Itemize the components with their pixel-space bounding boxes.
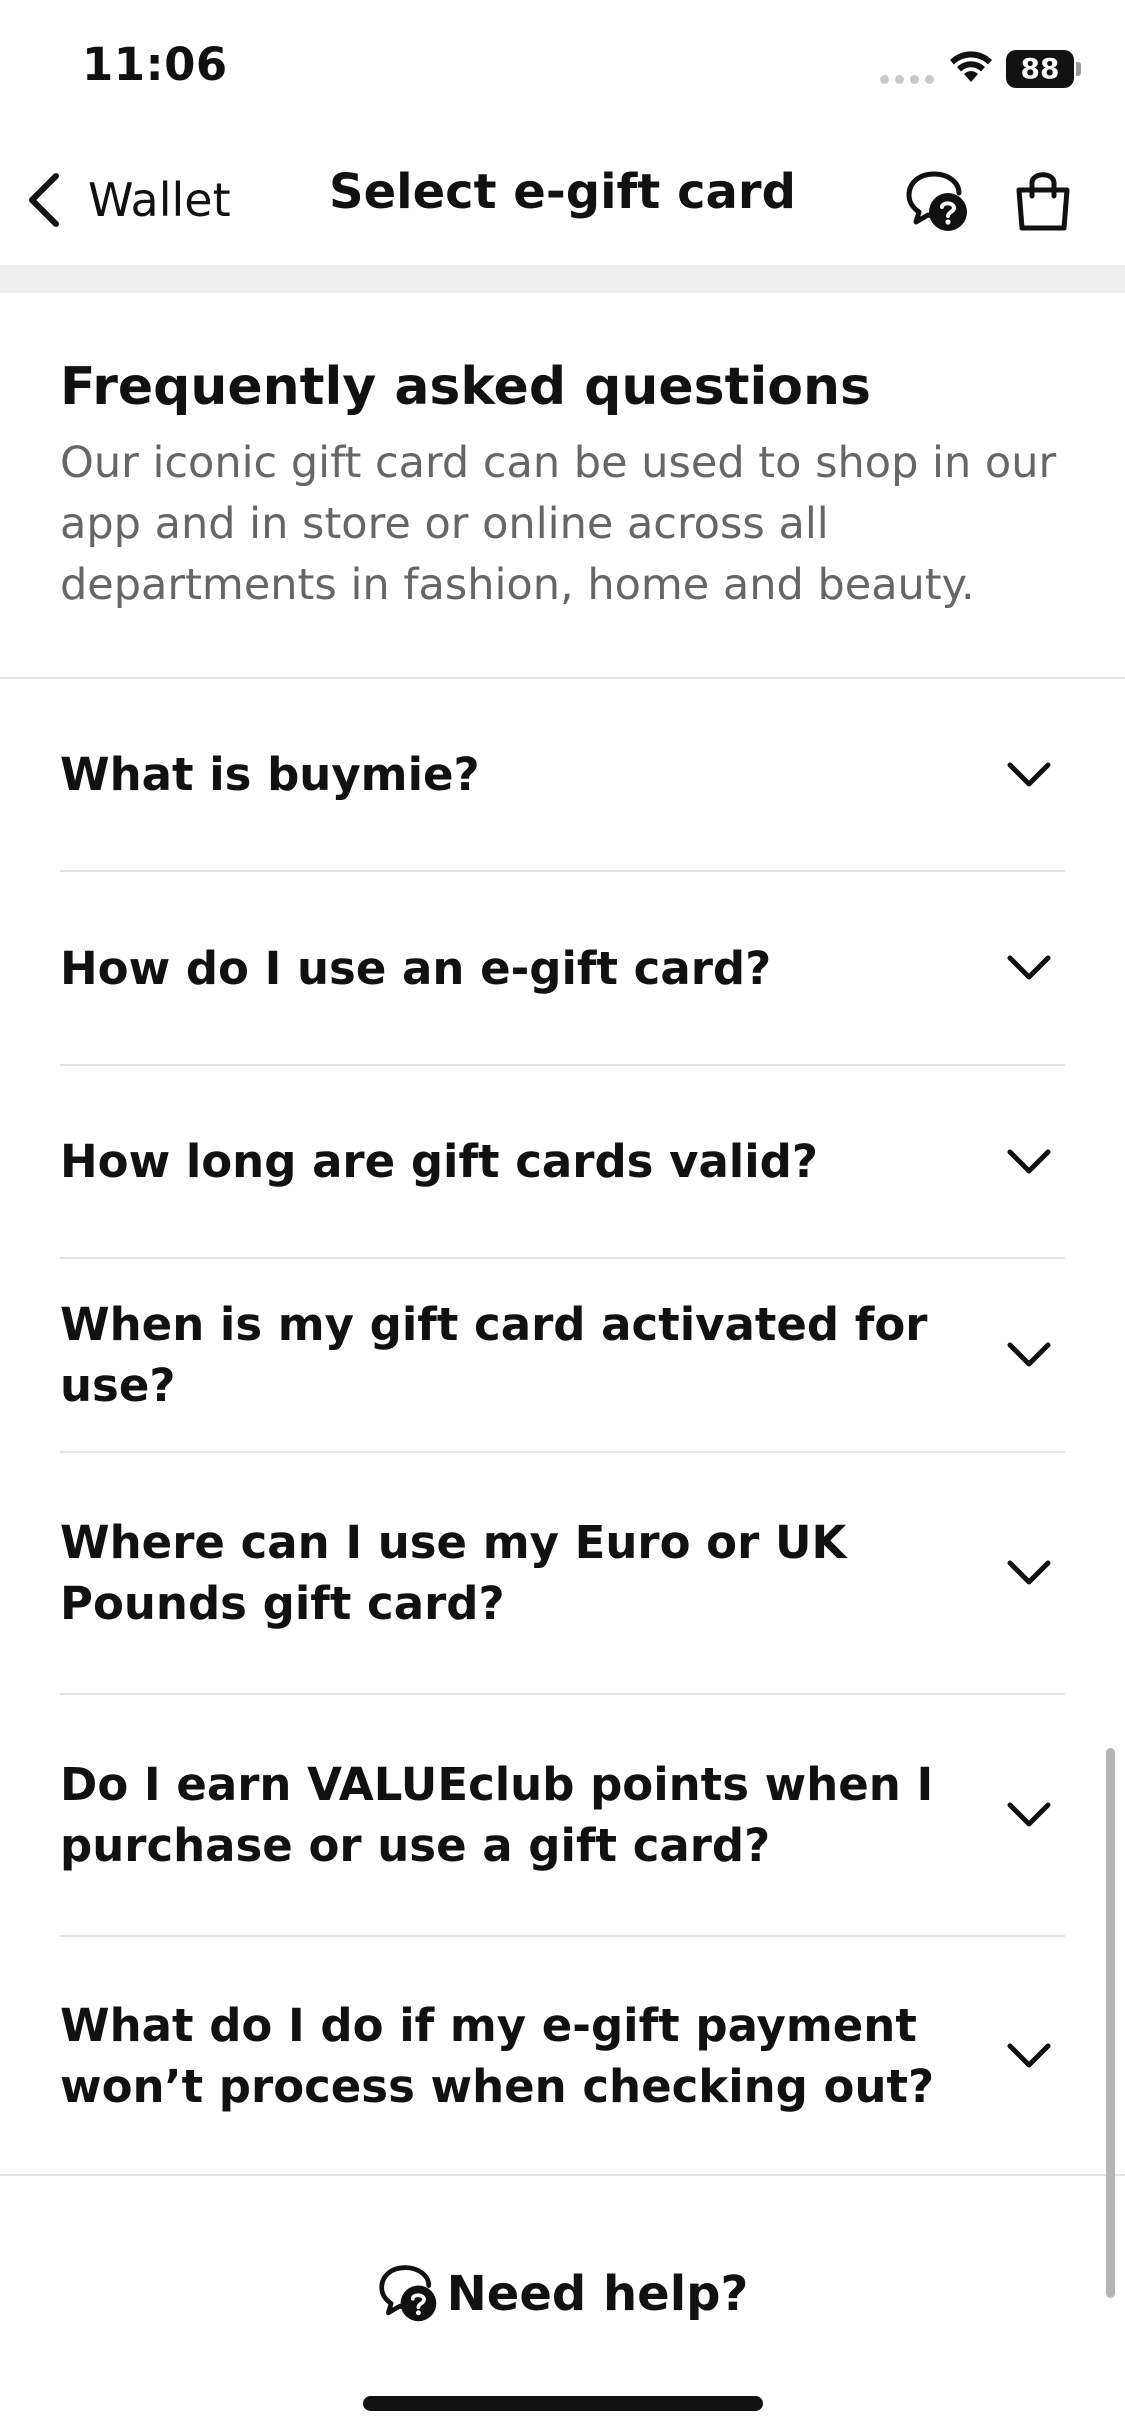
need-help-label: Need help? (446, 2266, 749, 2322)
faq-question: Where can I use my Euro or UK Pounds gif… (60, 1516, 847, 1630)
chevron-down-icon (1007, 1149, 1051, 1173)
faq-item-gift-card-validity[interactable]: How long are gift cards valid? (60, 1066, 1065, 1259)
faq-question: What do I do if my e-gift payment won’t … (60, 1998, 935, 2113)
faq-question: Do I earn VALUEclub points when I purcha… (60, 1758, 934, 1872)
navigation-bar: Wallet Select e-gift card (0, 140, 1125, 265)
section-separator (0, 265, 1125, 293)
scrollbar[interactable] (1106, 1748, 1115, 2298)
chevron-down-icon (1007, 762, 1051, 786)
faq-item-euro-uk-gift-card[interactable]: Where can I use my Euro or UK Pounds gif… (60, 1453, 1065, 1695)
chevron-down-icon (1007, 1342, 1051, 1367)
home-indicator[interactable] (363, 2396, 763, 2411)
faq-header: Frequently asked questions Our iconic gi… (60, 355, 1070, 616)
divider (0, 2174, 1125, 2176)
battery-level: 88 (1020, 52, 1060, 85)
faq-item-what-is-buymie[interactable]: What is buymie? (60, 679, 1065, 872)
battery-icon: 88 (1006, 50, 1082, 88)
cellular-signal-icon (880, 75, 934, 84)
app-screen: 11:06 88 Wallet Select e-gift card Frequ… (0, 0, 1125, 2436)
faq-question: How long are gift cards valid? (60, 1135, 818, 1188)
faq-item-valueclub-points[interactable]: Do I earn VALUEclub points when I purcha… (60, 1695, 1065, 1937)
shopping-bag-button[interactable] (1012, 166, 1074, 234)
faq-title: Frequently asked questions (60, 357, 871, 417)
chevron-down-icon (1007, 1560, 1051, 1585)
help-chat-button[interactable] (904, 168, 972, 236)
status-bar: 11:06 88 (0, 0, 1125, 140)
chat-help-icon (906, 171, 967, 231)
chat-help-icon (378, 2265, 436, 2322)
chevron-down-icon (1007, 1802, 1051, 1827)
shopping-bag-icon (1016, 172, 1070, 231)
chevron-down-icon (1007, 955, 1051, 980)
status-time: 11:06 (82, 38, 228, 91)
faq-list: What is buymie? How do I use an e-gift c… (60, 679, 1065, 2174)
faq-item-use-e-gift-card[interactable]: How do I use an e-gift card? (60, 872, 1065, 1066)
faq-item-payment-not-processing[interactable]: What do I do if my e-gift payment won’t … (60, 1937, 1065, 2174)
chevron-down-icon (1007, 2043, 1051, 2067)
faq-intro: Our iconic gift card can be used to shop… (60, 438, 1057, 610)
faq-question: How do I use an e-gift card? (60, 941, 772, 995)
need-help-button[interactable]: Need help? (0, 2262, 1125, 2326)
faq-question: When is my gift card activated for use? (60, 1298, 928, 1412)
faq-item-gift-card-activation[interactable]: When is my gift card activated for use? (60, 1259, 1065, 1453)
faq-question: What is buymie? (60, 748, 480, 801)
wifi-icon (950, 51, 992, 82)
